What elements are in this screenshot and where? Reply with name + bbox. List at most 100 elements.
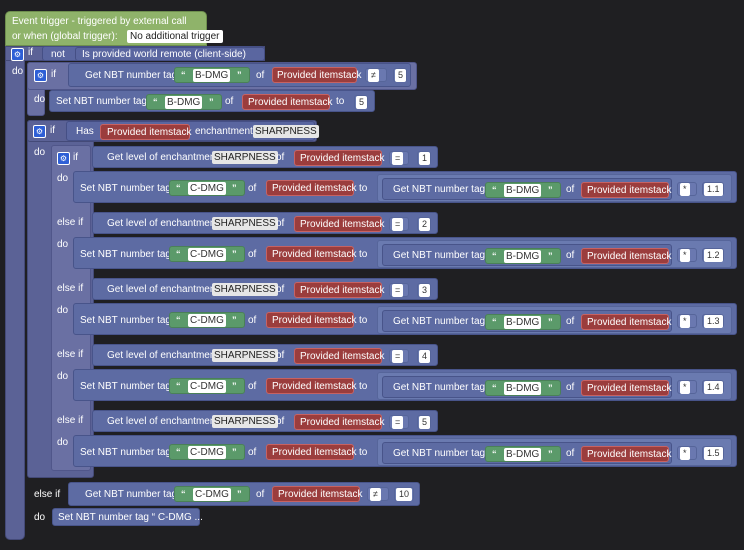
enchantment-dropdown[interactable]: SHARPNESS (212, 217, 278, 230)
get-nbt-block[interactable]: Get NBT number tag “ B-DMG ” of Provided… (382, 244, 672, 266)
has-enchantment-block[interactable]: Has Provided itemstack enchantment SHARP… (66, 121, 319, 141)
number-block[interactable]: 3 (417, 283, 431, 297)
get-level-block[interactable]: Get level of enchantment SHARPNESS of Pr… (92, 344, 438, 366)
number-value[interactable]: 3 (419, 284, 431, 297)
number-block[interactable]: 1.5 (702, 446, 724, 460)
number-block[interactable]: 1.3 (702, 314, 724, 328)
number-value[interactable]: 1.1 (704, 183, 723, 196)
operator-dropdown[interactable]: = (389, 349, 409, 363)
provided-itemstack-block[interactable]: Provided itemstack (581, 380, 671, 396)
global-trigger-dropdown[interactable]: No additional trigger (127, 30, 223, 43)
get-nbt-block[interactable]: Get NBT number tag “ B-DMG ” of Provided… (382, 178, 672, 200)
provided-itemstack-block[interactable]: Provided itemstack (581, 446, 671, 462)
string-block[interactable]: “ C-DMG ” (174, 486, 250, 502)
number-value[interactable]: 1.4 (704, 381, 723, 394)
string-block[interactable]: “ B-DMG ” (146, 94, 222, 110)
string-block[interactable]: “ B-DMG ” (174, 67, 250, 83)
mutator-gear-icon[interactable]: ⚙ (57, 152, 70, 165)
multiply-block[interactable]: Get NBT number tag “ B-DMG ” of Provided… (377, 306, 732, 334)
provided-itemstack-block[interactable]: Provided itemstack (266, 378, 356, 394)
string-block[interactable]: “ C-DMG ” (169, 180, 245, 196)
multiply-block[interactable]: Get NBT number tag “ B-DMG ” of Provided… (377, 174, 732, 202)
operator-dropdown[interactable]: ≠ (367, 487, 389, 501)
provided-itemstack-block[interactable]: Provided itemstack (294, 150, 384, 166)
string-value[interactable]: B-DMG (504, 448, 542, 461)
number-value[interactable]: 5 (419, 416, 431, 429)
not-block[interactable]: not Is provided world remote (client-sid… (42, 46, 265, 61)
enchantment-dropdown[interactable]: SHARPNESS (212, 283, 278, 296)
set-nbt-block[interactable]: Set NBT number tag “ C-DMG ” of Provided… (73, 171, 737, 203)
provided-itemstack-block[interactable]: Provided itemstack (100, 124, 191, 140)
get-level-block[interactable]: Get level of enchantment SHARPNESS of Pr… (92, 146, 438, 168)
operator-dropdown[interactable]: * (677, 314, 697, 328)
get-nbt-block[interactable]: Get NBT number tag “ B-DMG ” of Provided… (382, 376, 672, 398)
set-nbt-block[interactable]: Set NBT number tag “ C-DMG ” of Provided… (73, 237, 737, 269)
number-block[interactable]: 10 (394, 487, 414, 501)
string-value[interactable]: C-DMG (188, 314, 226, 327)
provided-itemstack-block[interactable]: Provided itemstack (294, 282, 384, 298)
string-block[interactable]: “ C-DMG ” (169, 378, 245, 394)
number-block[interactable]: 1 (417, 151, 431, 165)
operator-dropdown[interactable]: = (389, 283, 409, 297)
string-value[interactable]: B-DMG (504, 250, 542, 263)
provided-itemstack-block[interactable]: Provided itemstack (581, 248, 671, 264)
mutator-gear-icon[interactable]: ⚙ (11, 48, 24, 61)
number-value[interactable]: 5 (395, 69, 407, 82)
number-value[interactable]: 4 (419, 350, 431, 363)
string-block[interactable]: “ B-DMG ” (485, 380, 561, 396)
number-block[interactable]: 2 (417, 217, 431, 231)
enchantment-dropdown[interactable]: SHARPNESS (212, 415, 278, 428)
number-value[interactable]: 5 (356, 96, 368, 109)
number-value[interactable]: 1.5 (704, 447, 723, 460)
get-level-block[interactable]: Get level of enchantment SHARPNESS of Pr… (92, 410, 438, 432)
multiply-block[interactable]: Get NBT number tag “ B-DMG ” of Provided… (377, 372, 732, 400)
set-nbt-block[interactable]: Set NBT number tag “ B-DMG ” of Provided… (49, 90, 375, 112)
provided-itemstack-block[interactable]: Provided itemstack (266, 180, 356, 196)
string-value[interactable]: B-DMG (504, 184, 542, 197)
operator-dropdown[interactable]: * (677, 248, 697, 262)
string-value[interactable]: C-DMG (188, 248, 226, 261)
number-value[interactable]: 10 (396, 488, 413, 501)
operator-dropdown[interactable]: * (677, 182, 697, 196)
string-value[interactable]: C-DMG (188, 380, 226, 393)
set-nbt-block[interactable]: Set NBT number tag “ C-DMG ” of Provided… (73, 369, 737, 401)
provided-itemstack-block[interactable]: Provided itemstack (266, 246, 356, 262)
number-value[interactable]: 2 (419, 218, 431, 231)
provided-itemstack-block[interactable]: Provided itemstack (294, 216, 384, 232)
string-value[interactable]: C-DMG (193, 488, 231, 501)
number-value[interactable]: 1.3 (704, 315, 723, 328)
number-value[interactable]: 1.2 (704, 249, 723, 262)
set-nbt-block[interactable]: Set NBT number tag “ C-DMG ” of Provided… (73, 303, 737, 335)
operator-dropdown[interactable]: * (677, 380, 697, 394)
get-nbt-block[interactable]: Get NBT number tag “ C-DMG ” of Provided… (68, 482, 420, 506)
enchantment-dropdown[interactable]: SHARPNESS (212, 151, 278, 164)
enchantment-dropdown[interactable]: SHARPNESS (253, 125, 319, 138)
string-value[interactable]: B-DMG (504, 382, 542, 395)
get-level-block[interactable]: Get level of enchantment SHARPNESS of Pr… (92, 278, 438, 300)
operator-dropdown[interactable]: * (677, 446, 697, 460)
provided-itemstack-block[interactable]: Provided itemstack (272, 67, 361, 83)
number-block[interactable]: 5 (354, 95, 368, 109)
provided-itemstack-block[interactable]: Provided itemstack (266, 312, 356, 328)
set-nbt-block[interactable]: Set NBT number tag “ C-DMG ” of Provided… (73, 435, 737, 467)
get-level-block[interactable]: Get level of enchantment SHARPNESS of Pr… (92, 212, 438, 234)
string-value[interactable]: B-DMG (165, 96, 203, 109)
provided-itemstack-block[interactable]: Provided itemstack (272, 486, 362, 502)
multiply-block[interactable]: Get NBT number tag “ B-DMG ” of Provided… (377, 438, 732, 466)
string-block[interactable]: “ C-DMG ” (169, 312, 245, 328)
provided-itemstack-block[interactable]: Provided itemstack (266, 444, 356, 460)
string-value[interactable]: C-DMG (188, 182, 226, 195)
string-block[interactable]: “ B-DMG ” (485, 314, 561, 330)
string-block[interactable]: “ C-DMG ” (169, 444, 245, 460)
provided-itemstack-block[interactable]: Provided itemstack (242, 94, 332, 110)
operator-dropdown[interactable]: = (389, 415, 409, 429)
number-block[interactable]: 1.4 (702, 380, 724, 394)
number-block[interactable]: 5 (393, 68, 407, 82)
get-nbt-block[interactable]: Get NBT number tag “ B-DMG ” of Provided… (68, 63, 411, 87)
provided-itemstack-block[interactable]: Provided itemstack (294, 348, 384, 364)
multiply-block[interactable]: Get NBT number tag “ B-DMG ” of Provided… (377, 240, 732, 268)
number-block[interactable]: 5 (417, 415, 431, 429)
get-nbt-block[interactable]: Get NBT number tag “ B-DMG ” of Provided… (382, 310, 672, 332)
number-block[interactable]: 1.1 (702, 182, 724, 196)
operator-dropdown[interactable]: ≠ (365, 68, 387, 82)
